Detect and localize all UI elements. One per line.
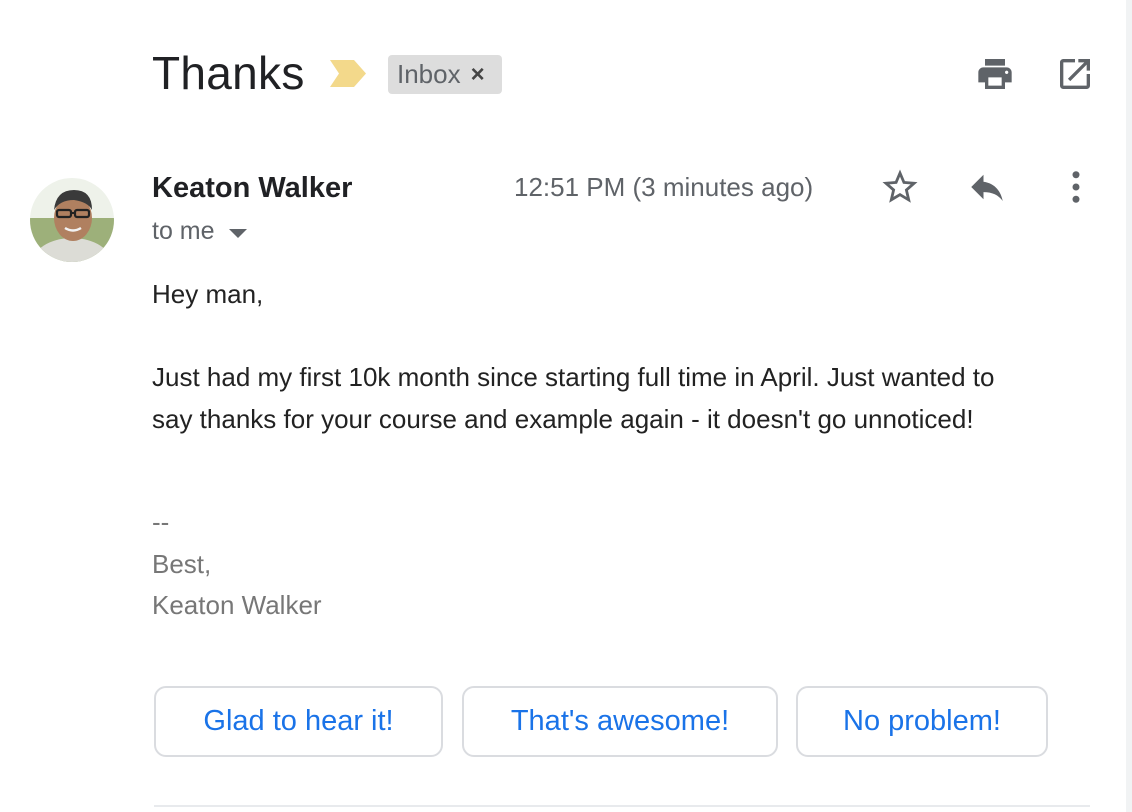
divider bbox=[154, 805, 1090, 807]
email-subject: Thanks bbox=[152, 47, 305, 99]
message-timestamp: 12:51 PM (3 minutes ago) bbox=[514, 172, 814, 202]
smart-reply-button[interactable]: That's awesome! bbox=[462, 686, 778, 757]
body-greeting: Hey man, bbox=[152, 279, 264, 309]
email-view: Thanks Inbox × Keaton Walker to me 12:51… bbox=[0, 0, 1132, 812]
scrollbar-track[interactable] bbox=[1126, 0, 1132, 812]
sender-name[interactable]: Keaton Walker bbox=[152, 170, 352, 206]
smart-reply-button[interactable]: Glad to hear it! bbox=[154, 686, 443, 757]
more-vertical-icon[interactable] bbox=[1055, 166, 1097, 208]
body-line: say thanks for your course and example a… bbox=[152, 403, 974, 434]
open-in-new-window-icon[interactable] bbox=[1055, 54, 1095, 94]
remove-label-icon[interactable]: × bbox=[471, 62, 485, 87]
signature: -- Best, Keaton Walker bbox=[152, 502, 1112, 627]
smart-reply-button[interactable]: No problem! bbox=[796, 686, 1048, 757]
signature-name: Keaton Walker bbox=[152, 590, 322, 620]
label-text: Inbox bbox=[397, 59, 461, 89]
recipient-label: to me bbox=[152, 217, 215, 245]
signature-separator: -- bbox=[152, 507, 170, 537]
star-icon[interactable] bbox=[879, 166, 921, 208]
reply-icon[interactable] bbox=[966, 166, 1008, 208]
body-line: Just had my first 10k month since starti… bbox=[152, 362, 995, 392]
sender-avatar[interactable] bbox=[30, 178, 114, 262]
recipient-details-toggle[interactable]: to me bbox=[152, 215, 247, 247]
print-icon[interactable] bbox=[975, 54, 1015, 94]
importance-marker-icon[interactable] bbox=[330, 60, 366, 87]
message-body: Hey man, Just had my first 10k month sin… bbox=[152, 274, 1112, 627]
signature-closing: Best, bbox=[152, 548, 212, 579]
inbox-label-chip[interactable]: Inbox × bbox=[388, 55, 502, 94]
chevron-down-icon[interactable] bbox=[228, 228, 247, 238]
